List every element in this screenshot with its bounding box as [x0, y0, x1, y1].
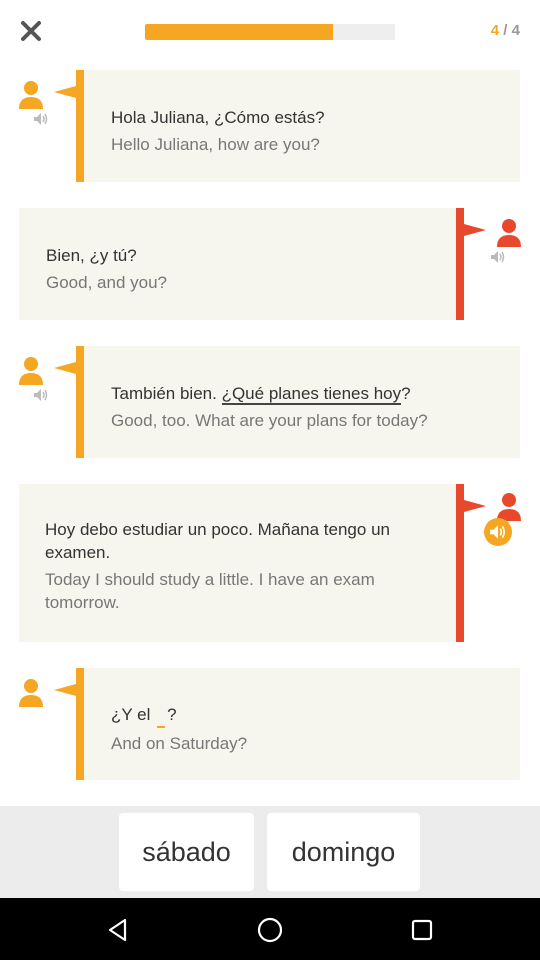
- close-button[interactable]: [16, 18, 46, 44]
- dialog-bubble: También bien. ¿Qué planes tienes hoy? Go…: [54, 346, 520, 458]
- english-line: Today I should study a little. I have an…: [45, 570, 375, 612]
- step-counter: 4 / 4: [491, 22, 520, 39]
- dialog-row-2: Bien, ¿y tú? Good, and you?: [0, 208, 540, 320]
- home-circle-icon: [257, 917, 283, 943]
- dialog-row-1: Hola Juliana, ¿Cómo estás? Hello Juliana…: [0, 70, 540, 182]
- dialog-row-4: Hoy debo estudiar un poco. Mañana tengo …: [0, 484, 540, 642]
- step-counter-total: 4: [511, 22, 520, 39]
- spanish-line: Bien, ¿y tú?: [46, 246, 137, 265]
- lesson-progress-bar: [145, 24, 395, 40]
- back-triangle-icon: [108, 918, 127, 942]
- speaker-bar: [76, 70, 84, 182]
- dialog-bubble: Hola Juliana, ¿Cómo estás? Hello Juliana…: [54, 70, 520, 182]
- person-icon: [19, 679, 43, 707]
- person-icon: [497, 219, 521, 247]
- spanish-text: También bien.: [111, 384, 222, 403]
- dialog-row-3: También bien. ¿Qué planes tienes hoy? Go…: [0, 346, 540, 458]
- recents-square-icon: [411, 919, 433, 941]
- speaker-bar: [76, 668, 84, 780]
- lesson-progress-fill: [145, 24, 333, 40]
- speaker-bar: [76, 346, 84, 458]
- choice-button-sabado[interactable]: sábado: [119, 813, 254, 891]
- spanish-line: También bien. ¿Qué planes tienes hoy?: [111, 382, 511, 405]
- english-line: Good, too. What are your plans for today…: [111, 411, 428, 430]
- spanish-text: ?: [401, 384, 411, 403]
- english-line: And on Saturday?: [111, 734, 248, 753]
- speaker-flag: [464, 224, 486, 236]
- speaker-icon[interactable]: [33, 388, 49, 402]
- dialog-bubble: ¿Y el ? And on Saturday?: [54, 668, 520, 780]
- english-line: Good, and you?: [46, 273, 167, 292]
- spanish-text: ?: [167, 705, 177, 724]
- dialog-bubble: Bien, ¿y tú? Good, and you?: [19, 208, 486, 320]
- answer-blank[interactable]: [157, 703, 166, 728]
- spanish-line: ¿Y el ?: [111, 703, 511, 728]
- speaker-icon: [490, 525, 506, 539]
- nav-back-button[interactable]: [104, 916, 132, 944]
- speaker-playing-button[interactable]: [484, 518, 512, 546]
- answer-tray: sábado domingo: [0, 806, 540, 898]
- system-nav-bar: [0, 898, 540, 960]
- person-icon: [19, 357, 43, 385]
- spanish-line: Hola Juliana, ¿Cómo estás?: [111, 108, 325, 127]
- dialog-bubble: Hoy debo estudiar un poco. Mañana tengo …: [19, 484, 486, 642]
- speaker-bar: [456, 208, 464, 320]
- choice-button-domingo[interactable]: domingo: [267, 813, 420, 891]
- spanish-line: Hoy debo estudiar un poco. Mañana tengo …: [45, 520, 390, 562]
- speaker-bar: [456, 484, 464, 642]
- close-icon: [21, 21, 41, 41]
- english-line: Hello Juliana, how are you?: [111, 135, 320, 154]
- speaker-flag: [464, 500, 486, 512]
- speaker-flag: [54, 86, 76, 98]
- step-counter-separator: /: [499, 22, 512, 39]
- spanish-text: ¿Y el: [111, 705, 156, 724]
- person-icon: [19, 81, 43, 109]
- step-counter-current: 4: [490, 22, 500, 39]
- dialog-row-5: ¿Y el ? And on Saturday?: [0, 668, 540, 780]
- nav-home-button[interactable]: [256, 916, 284, 944]
- speaker-icon[interactable]: [490, 250, 506, 264]
- speaker-flag: [54, 362, 76, 374]
- highlighted-phrase[interactable]: ¿Qué planes tienes hoy: [221, 384, 402, 405]
- speaker-flag: [54, 684, 76, 696]
- nav-recents-button[interactable]: [408, 916, 436, 944]
- speaker-icon[interactable]: [33, 112, 49, 126]
